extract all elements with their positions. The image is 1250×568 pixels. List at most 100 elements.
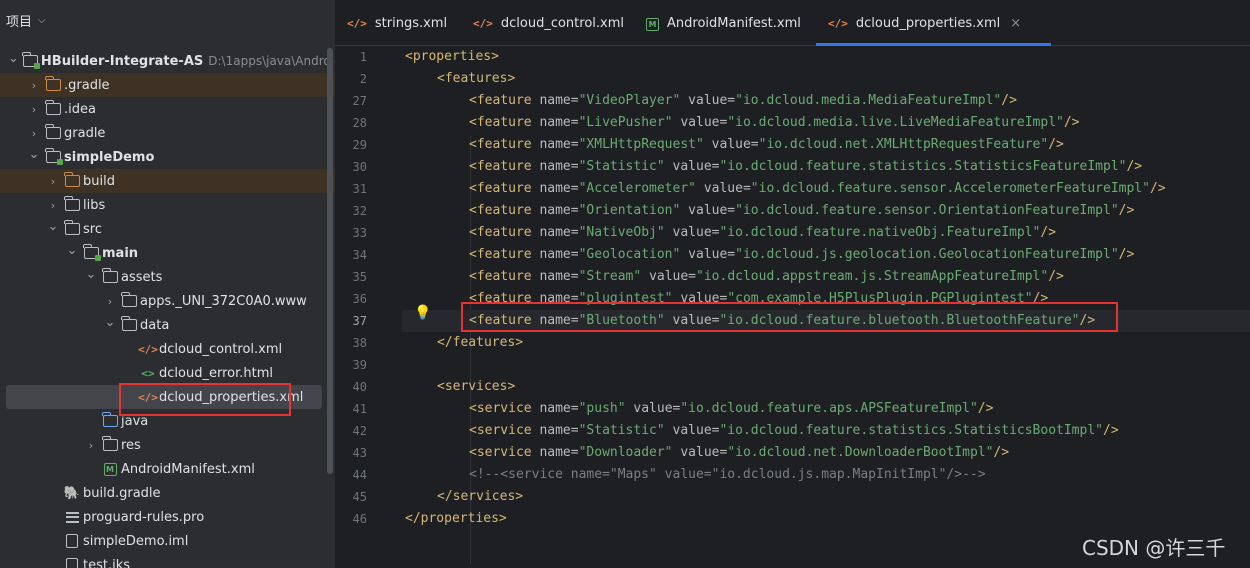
tree-item[interactable]: › .idea — [0, 97, 335, 121]
tree-item[interactable]: › res — [0, 433, 335, 457]
tree-item[interactable]: ›test.jks — [0, 553, 335, 568]
code-token: </services> — [437, 489, 524, 504]
tree-scrollbar[interactable] — [327, 48, 333, 474]
code-token: "Geolocation" — [578, 247, 681, 262]
code-line[interactable]: <feature name="NativeObj" value="io.dclo… — [469, 222, 1056, 244]
tree-item[interactable]: ›MAndroidManifest.xml — [0, 457, 335, 481]
tree-item[interactable]: ›simpleDemo.iml — [0, 529, 335, 553]
tree-item[interactable]: ⌄ assets — [0, 265, 335, 289]
lines-icon — [64, 510, 80, 524]
chevron-right-icon[interactable]: › — [27, 79, 41, 92]
chevron-down-icon[interactable]: ⌄ — [65, 243, 79, 258]
code-token: name= — [539, 445, 579, 460]
folder-icon — [45, 124, 61, 140]
project-panel-title: 项目 — [6, 14, 33, 30]
folder-icon — [64, 172, 80, 188]
code-line[interactable]: </features> — [437, 332, 523, 354]
xml-icon: </> — [473, 16, 493, 31]
folder-icon — [102, 268, 118, 284]
tree-item[interactable]: › .gradle — [0, 73, 335, 97]
close-icon[interactable]: × — [1010, 16, 1021, 31]
code-line[interactable]: <service name="Downloader" value="io.dcl… — [469, 442, 1009, 464]
tree-item[interactable]: ⌄ src — [0, 217, 335, 241]
code-line[interactable]: <!--<service name="Maps" value="io.dclou… — [469, 464, 986, 486]
line-number: 30 — [352, 160, 367, 174]
resource-folder-icon — [102, 268, 118, 283]
line-number: 46 — [352, 512, 367, 526]
chevron-right-icon[interactable]: › — [84, 439, 98, 452]
code-token: <service — [469, 445, 540, 460]
chevron-right-icon[interactable]: › — [27, 127, 41, 140]
tree-item[interactable]: › libs — [0, 193, 335, 217]
code-line[interactable]: </services> — [437, 486, 523, 508]
module-folder-icon — [22, 52, 40, 69]
tree-item[interactable]: › apps._UNI_372C0A0.www — [0, 289, 335, 313]
chevron-right-icon[interactable]: › — [46, 175, 60, 188]
code-line[interactable]: <feature name="VideoPlayer" value="io.dc… — [469, 90, 1017, 112]
code-line[interactable]: <service name="push" value="io.dcloud.fe… — [469, 398, 993, 420]
editor-tab[interactable]: </> dcloud_control.xml — [473, 0, 624, 46]
tree-item[interactable]: ⌄ main — [0, 241, 335, 265]
code-line[interactable]: <feature name="Stream" value="io.dcloud.… — [469, 266, 1064, 288]
code-token: "push" — [578, 401, 626, 416]
code-line[interactable]: </properties> — [405, 508, 507, 530]
code-token: /> — [1149, 181, 1166, 196]
tree-item[interactable]: ⌄ HBuilder-Integrate-AS D:\1apps\java\Andr… — [0, 49, 335, 73]
code-line[interactable]: <service name="Statistic" value="io.dclo… — [469, 420, 1119, 442]
code-token: /> — [1103, 423, 1119, 438]
code-token: "Accelerometer" — [578, 181, 696, 196]
project-panel: 项目 ⌵ ⌄ HBuilder-Integrate-AS D:\1apps\java… — [0, 0, 335, 568]
tree-item[interactable]: ⌄ simpleDemo — [0, 145, 335, 169]
chevron-down-icon[interactable]: ⌵ — [38, 15, 46, 26]
code-line[interactable]: <feature name="Statistic" value="io.dclo… — [469, 156, 1142, 178]
line-number: 42 — [352, 424, 367, 438]
code-token: <features> — [437, 71, 516, 86]
tree-item[interactable]: ›<>dcloud_error.html — [0, 361, 335, 385]
chevron-right-icon[interactable]: › — [103, 295, 117, 308]
tree-item-label: test.jks — [83, 557, 131, 568]
folder-icon — [102, 412, 118, 428]
tree-item[interactable]: › gradle — [0, 121, 335, 145]
gradle-icon: 🐘 — [64, 486, 80, 501]
tree-item[interactable]: ⌄ data — [0, 313, 335, 337]
chevron-right-icon[interactable]: › — [27, 103, 41, 116]
code-line[interactable]: <feature name="LivePusher" value="io.dcl… — [469, 112, 1080, 134]
tree-item[interactable]: ›</>dcloud_control.xml — [0, 337, 335, 361]
code-token: <feature — [469, 247, 540, 262]
code-token: "NativeObj" — [578, 225, 665, 240]
code-line[interactable]: <feature name="Accelerometer" value="io.… — [469, 178, 1166, 200]
xml-file-icon: </> — [347, 16, 367, 30]
highlight-box-selected-file — [119, 383, 291, 416]
code-token: "Stream" — [578, 269, 642, 284]
code-line[interactable]: <feature name="XMLHttpRequest" value="io… — [469, 134, 1064, 156]
code-line[interactable]: <services> — [437, 376, 515, 398]
chevron-down-icon[interactable]: ⌄ — [27, 147, 41, 162]
chevron-down-icon[interactable]: ⌄ — [103, 315, 117, 330]
tree-item[interactable]: ›proguard-rules.pro — [0, 505, 335, 529]
editor-tab[interactable]: M AndroidManifest.xml — [646, 0, 801, 46]
code-token: /> — [1048, 137, 1064, 152]
chevron-down-icon[interactable]: ⌄ — [84, 267, 98, 282]
code-line[interactable]: <feature name="Orientation" value="io.dc… — [469, 200, 1134, 222]
code-line[interactable]: <properties> — [405, 46, 499, 68]
editor-tab[interactable]: </> dcloud_properties.xml × — [815, 0, 1052, 46]
source-folder-icon — [102, 412, 118, 427]
code-line[interactable]: <feature name="Geolocation" value="io.dc… — [469, 244, 1134, 266]
module-folder-icon — [83, 244, 101, 261]
lightbulb-icon[interactable]: 💡 — [414, 305, 431, 325]
folder-icon — [121, 316, 137, 332]
editor-tab[interactable]: </> strings.xml — [347, 0, 447, 46]
tree-item[interactable]: ›🐘build.gradle — [0, 481, 335, 505]
chevron-right-icon[interactable]: › — [46, 199, 60, 212]
code-token: "io.dcloud.net.DownloaderBootImpl" — [727, 445, 994, 460]
chevron-down-icon[interactable]: ⌄ — [46, 219, 60, 234]
folder-icon — [64, 196, 80, 212]
chevron-down-icon[interactable]: ⌄ — [8, 51, 19, 66]
folder-icon — [64, 196, 80, 211]
code-line[interactable]: <features> — [437, 68, 515, 90]
code-token: "Orientation" — [578, 203, 681, 218]
project-panel-header[interactable]: 项目 ⌵ — [0, 0, 335, 40]
code-token: value= — [680, 247, 736, 262]
folder-icon — [121, 292, 137, 307]
tree-item[interactable]: › build — [0, 169, 335, 193]
